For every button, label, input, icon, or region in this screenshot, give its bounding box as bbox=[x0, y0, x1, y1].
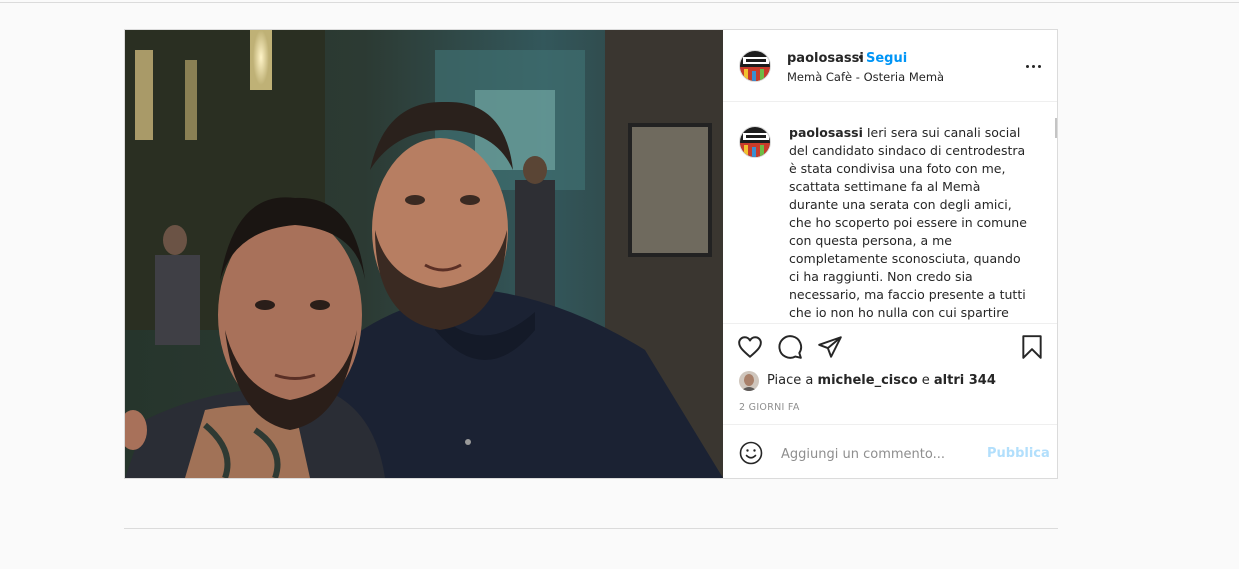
separator-dot: • bbox=[857, 51, 865, 66]
share-icon[interactable] bbox=[817, 334, 843, 360]
liker-avatar[interactable] bbox=[739, 371, 759, 391]
action-bar bbox=[723, 324, 1057, 366]
emoji-icon[interactable] bbox=[739, 441, 763, 465]
liker-username[interactable]: michele_cisco bbox=[818, 373, 918, 388]
top-divider bbox=[0, 2, 1239, 3]
likes-connector: e bbox=[921, 373, 930, 388]
follow-button[interactable]: Segui bbox=[866, 51, 907, 66]
author-username[interactable]: paolosassi bbox=[787, 51, 864, 66]
more-options-icon[interactable] bbox=[1021, 56, 1045, 76]
caption-avatar[interactable] bbox=[739, 126, 771, 158]
avatar-image bbox=[739, 371, 759, 391]
post-card: paolosassi • Segui Memà Cafè - Osteria M… bbox=[124, 29, 1058, 479]
caption-area[interactable]: paolosassi Ieri sera sui canali social d… bbox=[723, 102, 1057, 324]
caption-text: Ieri sera sui canali social del candidat… bbox=[789, 125, 1027, 320]
likes-text: Piace a michele_cisco e altri 344 bbox=[767, 373, 996, 388]
heart-icon[interactable] bbox=[737, 334, 763, 360]
more-dot bbox=[1037, 64, 1041, 68]
post-header: paolosassi • Segui Memà Cafè - Osteria M… bbox=[723, 30, 1057, 102]
avatar-image bbox=[740, 127, 770, 157]
caption-text-block: paolosassi Ieri sera sui canali social d… bbox=[789, 124, 1033, 323]
more-dot bbox=[1031, 64, 1035, 68]
comment-icon[interactable] bbox=[777, 334, 803, 360]
caption-username[interactable]: paolosassi bbox=[789, 125, 863, 140]
comment-input[interactable] bbox=[779, 439, 983, 469]
post-time[interactable]: 2 GIORNI FA bbox=[739, 402, 800, 413]
avatar-image bbox=[740, 51, 770, 81]
likes-count[interactable]: altri 344 bbox=[934, 373, 996, 388]
author-avatar[interactable] bbox=[739, 50, 771, 82]
caption-scrollbar[interactable] bbox=[1055, 118, 1057, 138]
likes-prefix: Piace a bbox=[767, 373, 814, 388]
bookmark-icon[interactable] bbox=[1019, 334, 1045, 360]
post-photo-image bbox=[125, 30, 723, 478]
post-photo[interactable] bbox=[125, 30, 723, 478]
comment-form: Pubblica bbox=[723, 424, 1057, 478]
post-location[interactable]: Memà Cafè - Osteria Memà bbox=[787, 70, 944, 84]
more-dot bbox=[1025, 64, 1029, 68]
section-divider bbox=[124, 528, 1058, 529]
publish-button[interactable]: Pubblica bbox=[987, 446, 1050, 461]
post-sidebar: paolosassi • Segui Memà Cafè - Osteria M… bbox=[723, 30, 1057, 478]
